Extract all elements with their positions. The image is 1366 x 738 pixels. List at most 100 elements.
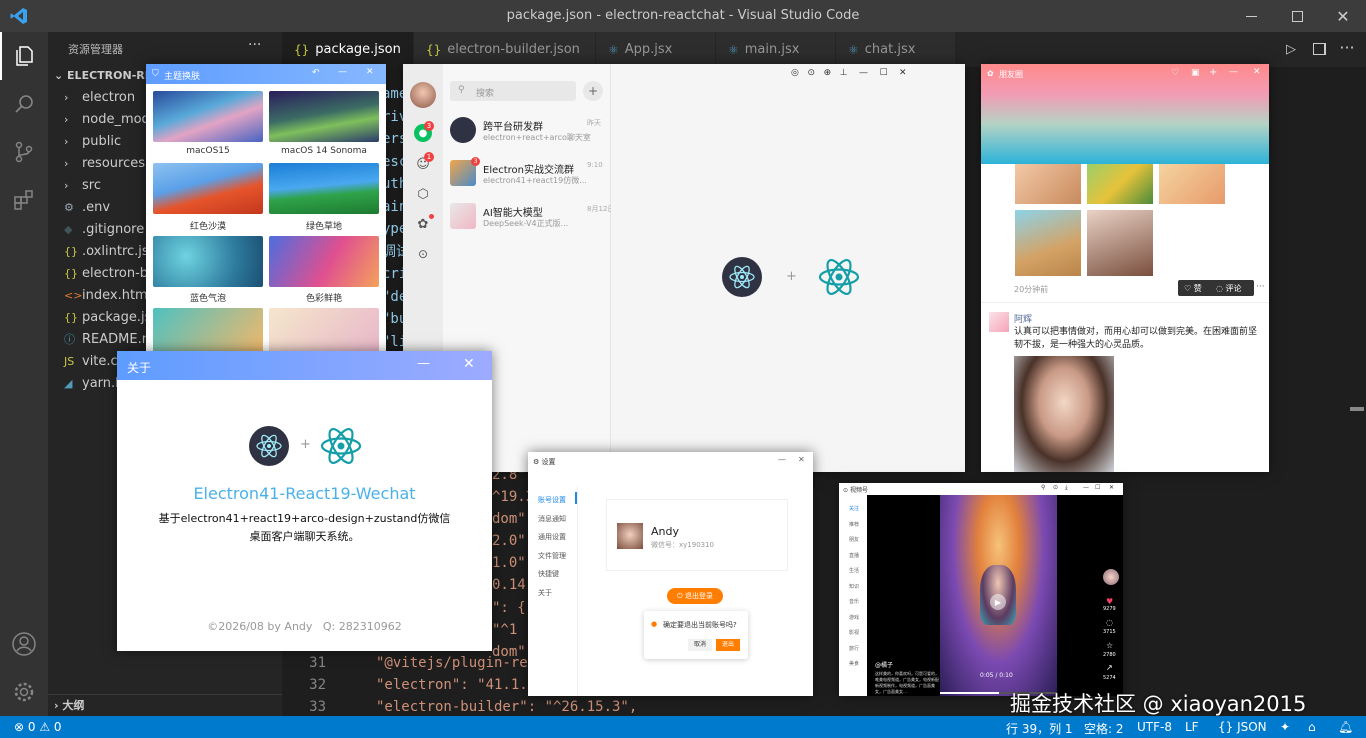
image-icon[interactable]: ▣ [1191, 68, 1200, 78]
settings-menu-item[interactable]: 关于 [538, 588, 552, 598]
moment-photo[interactable] [1087, 164, 1153, 204]
moment-user[interactable]: 阿辉 [1014, 312, 1032, 325]
tab-chat-jsx[interactable]: ⚛ chat.jsx [836, 32, 956, 67]
avatar[interactable] [989, 312, 1009, 332]
theme-tile-7[interactable] [153, 308, 263, 354]
extensions-activity[interactable] [0, 176, 48, 224]
avatar[interactable] [410, 82, 436, 108]
logout-button[interactable]: ⏻ 退出登录 [667, 588, 723, 604]
close-icon[interactable]: ✕ [366, 67, 374, 77]
heart-icon[interactable]: ♡ [1171, 68, 1179, 78]
scrollbar-thumb[interactable] [1350, 407, 1364, 411]
settings-menu-item[interactable]: 快捷键 [538, 569, 559, 579]
tab-electron-builder-json[interactable]: {} electron-builder.json [414, 32, 596, 67]
author-avatar[interactable] [1103, 569, 1119, 585]
manage-activity[interactable] [0, 668, 48, 716]
bell-icon[interactable]: 🔔︎ [1338, 720, 1353, 734]
video-tab[interactable]: 朋友 [849, 536, 859, 543]
language-mode[interactable]: {} JSON [1218, 720, 1267, 734]
moment-photo[interactable] [1014, 356, 1114, 472]
maximize-icon[interactable]: ☐ [879, 68, 887, 78]
settings-menu-item[interactable]: 消息通知 [538, 514, 566, 524]
theme-tile-sonoma[interactable] [269, 91, 379, 142]
video-author[interactable]: @橘子 [875, 660, 893, 669]
pin-icon[interactable]: ⊥ [840, 68, 848, 78]
like-button[interactable]: ♡ 赞 [1184, 283, 1202, 294]
explorer-activity[interactable] [0, 32, 48, 80]
video-tab[interactable]: 影视 [849, 629, 859, 636]
tab-package-json[interactable]: {} package.json ✕ [282, 32, 424, 67]
moment-photo[interactable] [1087, 210, 1153, 276]
theme-tile-green-grass[interactable] [269, 163, 379, 214]
video-tab[interactable]: 生活 [849, 567, 859, 574]
video-tab[interactable]: 知识 [849, 583, 859, 590]
chat-list-item[interactable]: AI智能大模型 DeepSeek-V4正式版... 8月12日 [443, 200, 614, 243]
minimize-icon[interactable]: — [1083, 484, 1089, 491]
box-icon[interactable]: ⬡ [415, 186, 431, 202]
add-chat-button[interactable]: + [583, 81, 603, 101]
undo-icon[interactable]: ↶ [312, 68, 320, 78]
theme-icon[interactable]: ◎ [791, 68, 799, 78]
moment-photo[interactable] [1015, 164, 1081, 204]
indentation[interactable]: 空格: 2 [1084, 720, 1124, 737]
maximize-icon[interactable]: ☐ [1095, 484, 1100, 491]
video-tab[interactable]: 美食 [849, 660, 859, 667]
confirm-logout-button[interactable]: 退出 [716, 639, 740, 651]
add-icon[interactable]: + [1209, 67, 1217, 78]
source-control-activity[interactable] [0, 128, 48, 176]
share-icon[interactable]: ↗ [1106, 663, 1113, 672]
encoding[interactable]: UTF-8 [1137, 720, 1172, 734]
moment-photo[interactable] [1015, 210, 1081, 276]
more-actions-icon[interactable]: ··· [248, 37, 261, 53]
minimize-icon[interactable]: — [859, 68, 868, 78]
video-icon[interactable]: ⊙ [415, 246, 431, 262]
download-icon[interactable]: ⤓ [1065, 484, 1068, 492]
search-icon[interactable]: ⚲ [1041, 484, 1045, 491]
video-tab[interactable]: 关注 [849, 505, 859, 512]
close-icon[interactable]: ✕ [463, 356, 475, 372]
comment-icon[interactable]: ◌ [1106, 618, 1113, 627]
close-icon[interactable]: ✕ [1253, 67, 1261, 77]
video-tab[interactable]: 推荐 [849, 521, 859, 528]
problems-status[interactable]: ⊗ 0 ⚠ 0 [14, 720, 62, 734]
video-player[interactable]: ▶ 0:05 / 0:10 [940, 495, 1057, 696]
tab-app-jsx[interactable]: ⚛ App.jsx [596, 32, 716, 67]
avatar[interactable] [617, 523, 643, 549]
minimize-icon[interactable]: — [778, 455, 786, 464]
minimize-icon[interactable]: — [417, 356, 430, 371]
play-icon[interactable]: ▶ [990, 594, 1006, 610]
close-icon[interactable]: ✕ [798, 455, 805, 464]
video-tab[interactable]: 直播 [849, 552, 859, 559]
settings-menu-item[interactable]: 账号设置 [538, 495, 566, 505]
search-activity[interactable] [0, 80, 48, 128]
video-tab[interactable]: 旅行 [849, 645, 859, 652]
theme-tile-8[interactable] [269, 308, 379, 354]
feedback-icon[interactable]: ⌂ [1308, 720, 1316, 734]
settings-menu-item[interactable]: 文件管理 [538, 551, 566, 561]
more-actions-icon[interactable]: ··· [1338, 38, 1356, 57]
cancel-button[interactable]: 取消 [688, 639, 712, 651]
close-icon[interactable]: ✕ [899, 68, 907, 78]
copilot-icon[interactable]: ✦ [1280, 720, 1290, 734]
close-icon[interactable]: ✕ [1109, 484, 1114, 491]
run-icon[interactable]: ▷ [1282, 40, 1300, 58]
theme-tile-macos15[interactable] [153, 91, 263, 142]
minimize-icon[interactable]: — [1229, 67, 1238, 77]
theme-tile-colorful[interactable] [269, 236, 379, 287]
theme-tile-red-desert[interactable] [153, 163, 263, 214]
eol[interactable]: LF [1185, 720, 1199, 734]
accounts-activity[interactable] [0, 620, 48, 668]
video-tab[interactable]: 游戏 [849, 614, 859, 621]
moment-photo[interactable] [1159, 164, 1225, 204]
split-editor-icon[interactable] [1310, 40, 1328, 58]
theme-tile-blue-bubble[interactable] [153, 236, 263, 287]
cursor-position[interactable]: 行 39，列 1 [1006, 720, 1073, 737]
close-button[interactable]: ✕ [1320, 0, 1366, 32]
outline-section[interactable]: › 大纲 [48, 694, 282, 716]
star-icon[interactable]: ☆ [1106, 641, 1113, 650]
heart-icon[interactable]: ♥ [1106, 597, 1113, 606]
chat-list-item[interactable]: 跨平台研发群 electron+react+arco聊天室 昨天 [443, 114, 611, 157]
record-icon[interactable]: ⊙ [807, 68, 815, 78]
minimize-button[interactable] [1228, 0, 1274, 32]
maximize-button[interactable] [1274, 0, 1320, 32]
